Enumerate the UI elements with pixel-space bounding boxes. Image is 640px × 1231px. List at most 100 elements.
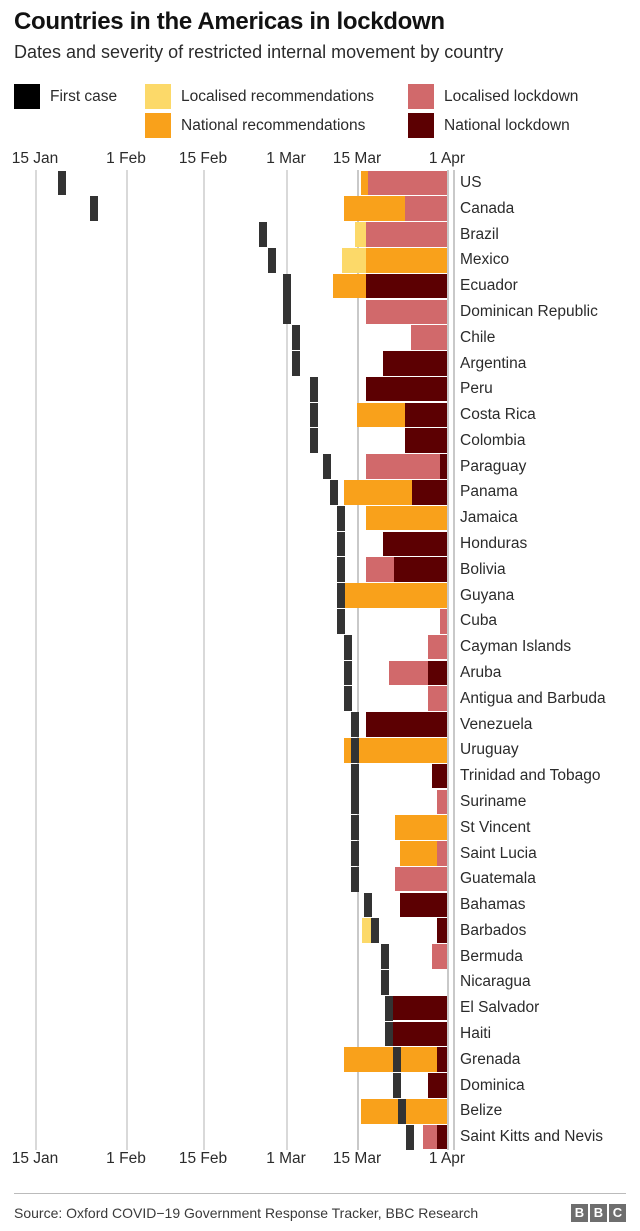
chart-row[interactable]: Dominica (0, 1073, 640, 1099)
first-case-marker (351, 789, 359, 815)
first-case-marker (310, 402, 318, 428)
chart-row[interactable]: Colombia (0, 428, 640, 454)
row-label-country: Grenada (460, 1050, 521, 1068)
chart-row[interactable]: Panama (0, 479, 640, 505)
chart-row[interactable]: Saint Lucia (0, 841, 640, 867)
chart-rows: US Canada Brazil Mexico Ecuador Dominican Rep… (0, 170, 640, 1150)
first-case-marker (381, 944, 389, 970)
bar-segment-national-lockdown (437, 918, 447, 944)
legend-item: National lockdown (408, 113, 570, 138)
x-axis-tick-bottom: 1 Mar (266, 1150, 306, 1167)
first-case-marker (398, 1098, 406, 1124)
x-axis-tick-top: 1 Mar (266, 150, 306, 167)
bar-segment-national-recommendations (357, 402, 405, 428)
chart-row[interactable]: Guatemala (0, 866, 640, 892)
page-title: Countries in the Americas in lockdown (14, 8, 445, 35)
bar-segment-national-lockdown (412, 480, 447, 505)
first-case-marker (393, 1047, 401, 1073)
row-label-country: Haiti (460, 1025, 492, 1043)
bar-segment-national-recommendations (344, 196, 405, 221)
chart-row[interactable]: Chile (0, 325, 640, 351)
chart-row[interactable]: Costa Rica (0, 402, 640, 428)
row-label-country: Guatemala (460, 870, 536, 888)
bar-segment-national-lockdown (383, 351, 447, 376)
chart-row[interactable]: Paraguay (0, 454, 640, 480)
row-label-country: Cuba (460, 612, 498, 630)
first-case-marker (337, 557, 345, 583)
bar-segment-national-recommendations (344, 480, 412, 505)
row-label-country: Dominican Republic (460, 302, 598, 320)
bar-segment-national-recommendations (400, 841, 437, 866)
row-label-country: Antigua and Barbuda (460, 689, 606, 707)
chart-plot-area: 15 Jan 1 Feb 15 Feb 1 Mar 15 Mar 1 Apr US Cana… (0, 150, 640, 1180)
chart-row[interactable]: Trinidad and Tobago (0, 763, 640, 789)
chart-row[interactable]: Belize (0, 1098, 640, 1124)
chart-row[interactable]: Nicaragua (0, 969, 640, 995)
chart-row[interactable]: Argentina (0, 351, 640, 377)
chart-row[interactable]: Suriname (0, 789, 640, 815)
row-label-country: St Vincent (460, 818, 531, 836)
chart-row[interactable]: Antigua and Barbuda (0, 686, 640, 712)
legend-item-label: First case (50, 87, 118, 105)
chart-row[interactable]: Canada (0, 196, 640, 222)
chart-row[interactable]: Cayman Islands (0, 634, 640, 660)
chart-row[interactable]: St Vincent (0, 815, 640, 841)
bar-segment-national-lockdown (400, 892, 447, 918)
chart-row[interactable]: Guyana (0, 583, 640, 609)
row-label-country: Saint Lucia (460, 844, 537, 862)
chart-row[interactable]: US (0, 170, 640, 196)
bar-segment-national-lockdown (366, 712, 447, 737)
chart-row[interactable]: Dominican Republic (0, 299, 640, 325)
bar-segment-localised-lockdown (405, 196, 447, 221)
row-label-country: Bermuda (460, 947, 523, 965)
bar-segment-national-lockdown (405, 402, 447, 428)
chart-row[interactable]: Mexico (0, 247, 640, 273)
chart-row[interactable]: Bolivia (0, 557, 640, 583)
chart-row[interactable]: Bahamas (0, 892, 640, 918)
chart-row[interactable]: Cuba (0, 608, 640, 634)
bar-segment-localised-lockdown (411, 325, 447, 350)
bar-segment-national-lockdown (440, 454, 447, 479)
chart-row[interactable]: El Salvador (0, 995, 640, 1021)
chart-row[interactable]: Brazil (0, 222, 640, 248)
chart-row[interactable]: Haiti (0, 1021, 640, 1047)
bar-segment-national-lockdown (394, 557, 447, 582)
first-case-marker (292, 351, 300, 376)
chart-row[interactable]: Jamaica (0, 505, 640, 531)
chart-row[interactable]: Bermuda (0, 944, 640, 970)
chart-row[interactable]: Peru (0, 376, 640, 402)
chart-row[interactable]: Ecuador (0, 273, 640, 299)
legend-item-label: National recommendations (181, 116, 366, 134)
chart-row[interactable]: Saint Kitts and Nevis (0, 1124, 640, 1150)
chart-row[interactable]: Honduras (0, 531, 640, 557)
row-label-country: Jamaica (460, 509, 518, 527)
chart-row[interactable]: Venezuela (0, 712, 640, 738)
legend-item: First case (14, 84, 117, 109)
row-label-country: Peru (460, 380, 493, 398)
first-case-marker (351, 866, 359, 892)
chart-row[interactable]: Aruba (0, 660, 640, 686)
chart-row[interactable]: Barbados (0, 918, 640, 944)
first-case-marker (351, 712, 359, 737)
row-label-country: Belize (460, 1102, 503, 1120)
x-axis-tick-top: 15 Mar (332, 150, 382, 167)
row-label-country: Paraguay (460, 457, 527, 475)
chart-row[interactable]: Uruguay (0, 737, 640, 763)
legend-item-label: Localised lockdown (444, 87, 579, 105)
bar-segment-localised-recommendations (355, 222, 366, 247)
row-label-country: Guyana (460, 586, 515, 604)
row-label-country: Canada (460, 199, 515, 217)
bar-segment-localised-lockdown (366, 222, 447, 247)
chart-row[interactable]: Grenada (0, 1047, 640, 1073)
first-case-marker (259, 222, 267, 247)
legend-swatch-icon (145, 113, 171, 138)
first-case-marker (268, 247, 276, 273)
row-label-country: Nicaragua (460, 973, 531, 991)
first-case-marker (385, 1021, 393, 1047)
first-case-marker (344, 686, 352, 712)
chart-legend: First case Localised recommendations Natio… (14, 84, 626, 142)
bar-segment-localised-lockdown (423, 1124, 437, 1150)
first-case-marker (406, 1124, 414, 1150)
first-case-marker (344, 660, 352, 686)
bar-segment-localised-lockdown (389, 660, 428, 686)
